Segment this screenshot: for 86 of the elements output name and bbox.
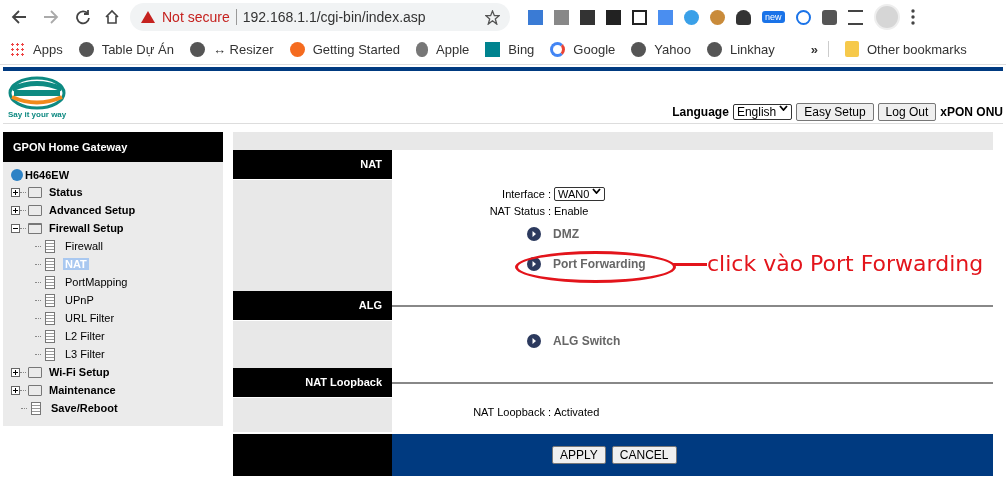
tree-item[interactable]: Save/Reboot [49,402,120,414]
annotation-text: click vào Port Forwarding [707,251,984,276]
field-label: NAT Status : [488,204,552,217]
field-value: Enable [554,204,589,217]
bookmark-link[interactable]: Apple [416,41,470,57]
extension-icon[interactable] [606,9,621,25]
new-badge[interactable]: new [762,11,785,23]
folder-icon [28,186,42,198]
header-button[interactable]: Easy Setup [796,103,874,121]
bookmark-link[interactable]: Table Dự Án [78,41,174,57]
bing-icon [485,41,501,57]
expand-toggle-icon[interactable] [11,187,20,197]
tree-item[interactable]: Firewall [63,240,105,252]
url-text: 192.168.1.1/cgi-bin/index.asp [242,9,427,25]
chevron-down-icon [592,187,602,194]
folder-icon [28,384,42,396]
apps-grid-icon [10,41,25,57]
folder-icon [844,41,859,57]
document-icon [45,239,55,253]
bookmark-link[interactable]: Linkhay [706,41,775,57]
arrow-circle-icon [527,227,541,241]
language-label: Language [672,105,729,119]
document-icon [45,293,55,307]
document-icon [31,401,41,415]
arrow-circle-icon [527,334,541,348]
star-icon[interactable] [485,9,500,25]
document-icon [45,347,55,361]
folder-icon [28,222,42,234]
header-button[interactable]: Log Out [877,103,937,121]
address-bar[interactable]: Not secure 192.168.1.1/cgi-bin/index.asp [130,3,510,31]
document-icon [45,311,55,325]
tree-item[interactable]: PortMapping [63,276,130,288]
tree-item[interactable]: L2 Filter [63,330,107,342]
home-icon[interactable] [104,9,120,25]
expand-toggle-icon[interactable] [11,223,20,233]
tree-item[interactable]: Advanced Setup [47,204,138,216]
section-header: ALG [233,291,392,320]
tree-root[interactable]: H646EW [25,169,70,181]
tree-item[interactable]: Firewall Setup [47,222,126,234]
sidebar-title: GPON Home Gateway [3,132,223,162]
bookmark-link[interactable]: ↔ Resizer [189,41,274,57]
expand-toggle-icon[interactable] [11,205,20,215]
tree-item[interactable]: URL Filter [63,312,117,324]
interface-select[interactable]: WAN0 [554,186,606,201]
arrow-circle-icon [527,257,541,271]
chevron-down-icon [779,105,789,111]
section-header: NAT Loopback [233,368,392,397]
back-icon[interactable] [11,9,27,25]
expand-toggle-icon[interactable] [11,385,20,395]
field-label: NAT Loopback : [472,405,552,418]
warning-icon [140,10,156,24]
language-select[interactable]: English [732,104,793,120]
tree-item[interactable]: Status [47,186,85,198]
product-name: xPON ONU [940,105,1003,119]
extension-icon[interactable] [580,9,595,25]
nav-link[interactable]: Port Forwarding [553,257,646,271]
document-icon [45,257,55,271]
bookmark-link[interactable]: Google [550,41,616,57]
menu-icon[interactable] [910,9,915,25]
bookmark-link[interactable]: Apps [10,41,63,57]
nav-link[interactable]: ALG Switch [553,334,621,348]
document-icon [45,329,55,343]
nav-link[interactable]: DMZ [553,227,579,241]
tree-item[interactable]: L3 Filter [63,348,107,360]
extension-icon[interactable] [632,9,647,25]
tree-item[interactable]: Maintenance [47,384,118,396]
footer-button[interactable]: APPLY [552,446,606,464]
folder-icon [28,366,42,378]
footer-button[interactable]: CANCEL [611,446,677,464]
tree-item[interactable]: Wi-Fi Setup [47,366,112,378]
reload-icon[interactable] [75,9,91,25]
field-value: Activated [554,405,600,418]
google-icon [550,41,566,57]
extension-icon[interactable] [736,9,751,25]
more-bookmarks-button[interactable]: » [810,41,818,57]
section-header: NAT [233,150,392,179]
tree-item[interactable]: UPnP [63,294,96,306]
bookmark-link[interactable]: Getting Started [289,41,401,57]
bookmark-folder[interactable]: Other bookmarks [844,41,967,57]
document-icon [45,275,55,289]
folder-icon [28,204,42,216]
security-warning: Not secure [162,9,230,25]
expand-toggle-icon[interactable] [11,367,20,377]
bookmark-link[interactable]: Yahoo [631,41,691,57]
bookmark-link[interactable]: Bing [485,41,535,57]
field-label: Interface : [501,187,552,200]
